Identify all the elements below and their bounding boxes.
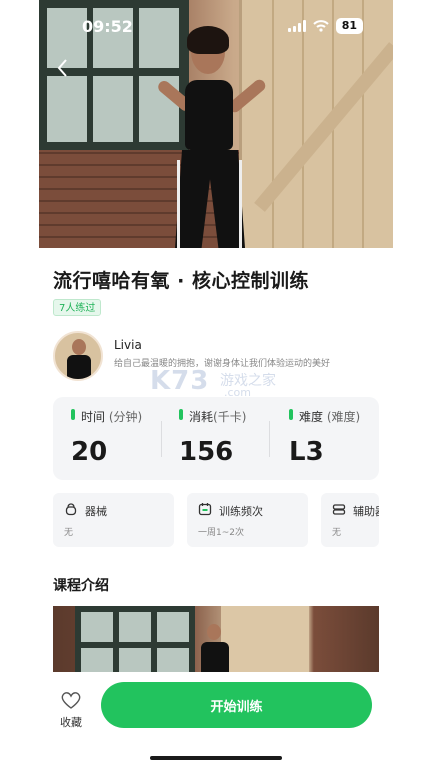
- chevron-left-icon: [57, 59, 67, 77]
- info-card-label: 训练频次: [219, 505, 263, 518]
- battery-indicator: 81: [335, 18, 363, 34]
- wifi-icon: [312, 20, 329, 32]
- hero-coach-figure: [149, 26, 269, 248]
- course-title: 流行嘻哈有氧 · 核心控制训练: [53, 270, 309, 292]
- signal-icon: [287, 20, 306, 32]
- stats-panel: 时间 (分钟) 20 消耗(千卡) 156 难度 (难度) L3: [53, 397, 379, 480]
- stat-dot: [289, 409, 293, 420]
- info-card-label: 辅助器: [353, 505, 379, 518]
- section-title-intro: 课程介绍: [53, 578, 109, 594]
- start-training-button[interactable]: 开始训练: [101, 682, 372, 728]
- stat-dot: [179, 409, 183, 420]
- stat-label: 消耗(千卡): [189, 410, 247, 424]
- stat-time: 时间 (分钟) 20: [53, 397, 161, 480]
- stat-label: 时间 (分钟): [81, 410, 143, 424]
- info-card-frequency[interactable]: 训练频次 一周1~2次: [187, 493, 308, 547]
- info-card-equipment[interactable]: 器械 无: [53, 493, 174, 547]
- mat-icon: [332, 504, 346, 515]
- stat-calories: 消耗(千卡) 156: [161, 397, 269, 480]
- kettlebell-icon: [65, 503, 77, 516]
- stat-divider: [269, 421, 270, 457]
- stat-value: 20: [71, 437, 108, 467]
- watermark-logo: K73: [150, 366, 210, 396]
- status-icons: 81: [287, 18, 363, 34]
- stat-label: 难度 (难度): [299, 410, 361, 424]
- status-bar: 09:52 81: [39, 0, 393, 52]
- stat-value: L3: [289, 437, 324, 467]
- stat-value: 156: [179, 437, 234, 467]
- stat-dot: [71, 409, 75, 420]
- calendar-icon: [198, 503, 212, 516]
- info-card-aux[interactable]: 辅助器 无: [321, 493, 379, 547]
- stat-difficulty: 难度 (难度) L3: [271, 397, 379, 480]
- home-indicator: [150, 756, 282, 760]
- info-card-value: 无: [332, 528, 342, 538]
- avatar[interactable]: [53, 331, 103, 381]
- status-time: 09:52: [82, 17, 133, 36]
- info-card-value: 无: [64, 528, 74, 538]
- favorite-label[interactable]: 收藏: [60, 714, 82, 730]
- info-card-label: 器械: [85, 505, 107, 518]
- coach-name: Livia: [114, 338, 142, 352]
- heart-icon: [61, 692, 81, 709]
- info-card-value: 一周1~2次: [198, 528, 244, 538]
- practiced-badge: 7人练过: [53, 299, 102, 316]
- favorite-button[interactable]: [60, 690, 84, 710]
- back-button[interactable]: [56, 58, 72, 78]
